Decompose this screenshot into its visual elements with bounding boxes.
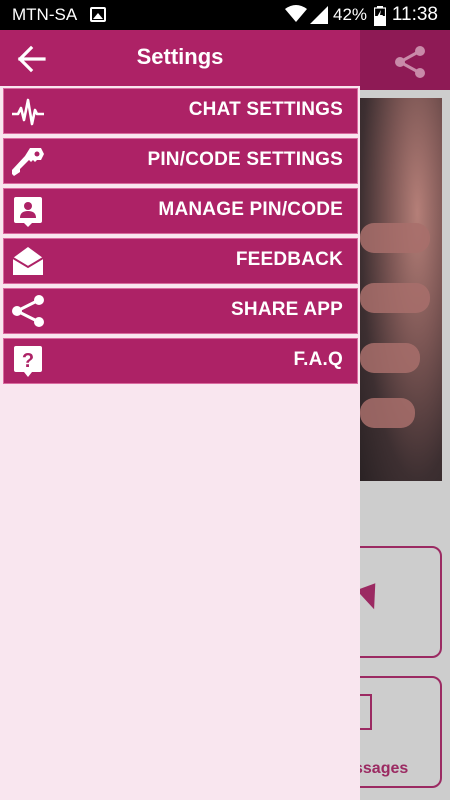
menu-item-label: CHAT SETTINGS <box>188 99 343 120</box>
background-share-icon[interactable] <box>393 45 427 79</box>
key-icon <box>12 148 44 176</box>
clock: 11:38 <box>391 4 438 25</box>
drawer-toolbar: Settings <box>0 30 360 86</box>
mail-open-icon <box>12 247 44 275</box>
menu-item-pin-code-settings[interactable]: PIN/CODE SETTINGS <box>3 138 358 184</box>
pulse-icon <box>12 98 44 126</box>
share-icon <box>12 295 44 327</box>
menu-item-label: SHARE APP <box>231 299 343 320</box>
menu-item-share-app[interactable]: SHARE APP <box>3 288 358 334</box>
settings-menu: CHAT SETTINGS PIN/CODE SETTINGS MANAGE P… <box>0 88 360 388</box>
menu-item-manage-pin-code[interactable]: MANAGE PIN/CODE <box>3 188 358 234</box>
help-icon: ? <box>14 346 42 377</box>
svg-text:?: ? <box>22 350 34 372</box>
status-bar: MTN-SA 42% 11:38 <box>0 0 450 30</box>
menu-item-label: PIN/CODE SETTINGS <box>147 149 343 170</box>
menu-item-label: FEEDBACK <box>235 249 343 270</box>
menu-item-label: F.A.Q <box>293 349 343 370</box>
contact-icon <box>14 197 42 227</box>
wifi-icon <box>285 5 307 22</box>
menu-item-chat-settings[interactable]: CHAT SETTINGS <box>3 88 358 134</box>
menu-item-label: MANAGE PIN/CODE <box>158 199 343 220</box>
menu-item-feedback[interactable]: FEEDBACK <box>3 238 358 284</box>
background-card-label: ssages <box>354 760 409 777</box>
battery-percent: 42% <box>333 5 368 24</box>
carrier-name: MTN-SA <box>12 5 78 24</box>
gallery-notification-icon <box>90 7 106 22</box>
signal-icon <box>310 6 328 24</box>
background-photo <box>360 98 442 481</box>
menu-item-faq[interactable]: ? F.A.Q <box>3 338 358 384</box>
settings-drawer: Settings CHAT SETTINGS PIN/CODE SETTINGS… <box>0 30 360 800</box>
battery-charging-icon <box>374 6 386 26</box>
drawer-title: Settings <box>136 44 224 69</box>
